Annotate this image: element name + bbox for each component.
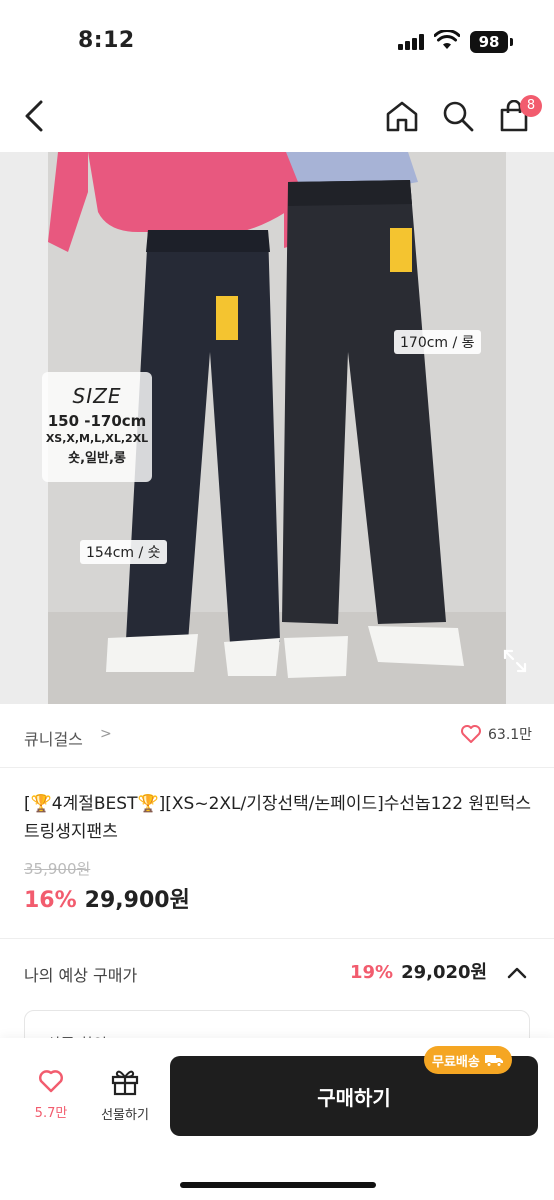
price-row: 16% 29,900원 [24,882,190,914]
product-image[interactable]: SIZE 150 -170cm XS,X,M,L,XL,2XL 숏,일반,롱 1… [0,152,554,704]
product-title: [🏆4계절BEST🏆][XS~2XL/기장선택/논페이드]수선놉122 원핀턱스… [24,794,532,842]
status-time: 8:12 [78,28,135,53]
size-title: SIZE [72,384,122,408]
search-icon [443,101,474,132]
home-button[interactable] [382,96,422,136]
heart-icon [461,725,481,743]
back-button[interactable] [14,96,54,136]
like-count: 5.7만 [34,1106,68,1121]
gift-button[interactable]: 선물하기 [94,1068,156,1123]
size-lengths: 숏,일반,롱 [68,451,126,466]
like-button[interactable]: 5.7만 [24,1068,78,1121]
discount-rate: 16% [24,888,77,913]
brand-like-count: 63.1만 [488,727,533,743]
expand-icon[interactable] [502,648,528,674]
home-icon [386,101,418,132]
sale-price: 29,900원 [84,888,190,913]
signal-icon [398,34,424,50]
label-short-model: 154cm / 숏 [80,540,167,564]
free-shipping-label: 무료배송 [432,1054,480,1070]
gift-label: 선물하기 [101,1108,149,1123]
chevron-up-icon[interactable] [506,962,528,984]
label-long-model: 170cm / 롱 [394,330,481,354]
estimated-price-label: 나의 예상 구매가 [24,966,138,985]
image-gallery-left-edge [0,152,48,704]
size-list: XS,X,M,L,XL,2XL [45,432,149,445]
divider [0,938,554,939]
size-info-box: SIZE 150 -170cm XS,X,M,L,XL,2XL 숏,일반,롱 [42,372,152,482]
size-range: 150 -170cm [47,412,147,430]
chevron-left-icon [25,100,43,132]
original-price: 35,900원 [24,860,91,878]
home-indicator [180,1182,376,1188]
estimated-price-values: 19% 29,020원 [350,958,487,984]
heart-icon [39,1070,63,1093]
wifi-icon [434,30,460,49]
battery-tip [510,38,513,46]
brand-link[interactable]: 큐니걸스 [24,726,83,750]
search-button[interactable] [438,96,478,136]
estimated-price-row[interactable]: 나의 예상 구매가 19% 29,020원 [0,940,554,1006]
truck-icon [484,1055,503,1067]
brand-like-button[interactable]: 63.1만 [460,724,532,744]
gift-icon [111,1070,139,1096]
estimated-discount: 19% [350,962,394,983]
cart-count-badge: 8 [520,95,542,117]
bottom-action-bar: 5.7만 선물하기 구매하기 무료배송 [0,1038,554,1200]
image-gallery-right-edge [506,152,554,704]
estimated-price: 29,020원 [401,962,488,983]
top-nav [0,84,554,152]
battery-indicator: 98 [470,31,508,53]
free-shipping-badge: 무료배송 [424,1046,512,1074]
status-bar: 8:12 98 [0,0,554,84]
brand-chevron-icon: > [100,726,112,742]
brand-row: 큐니걸스 > 63.1만 [0,704,554,768]
